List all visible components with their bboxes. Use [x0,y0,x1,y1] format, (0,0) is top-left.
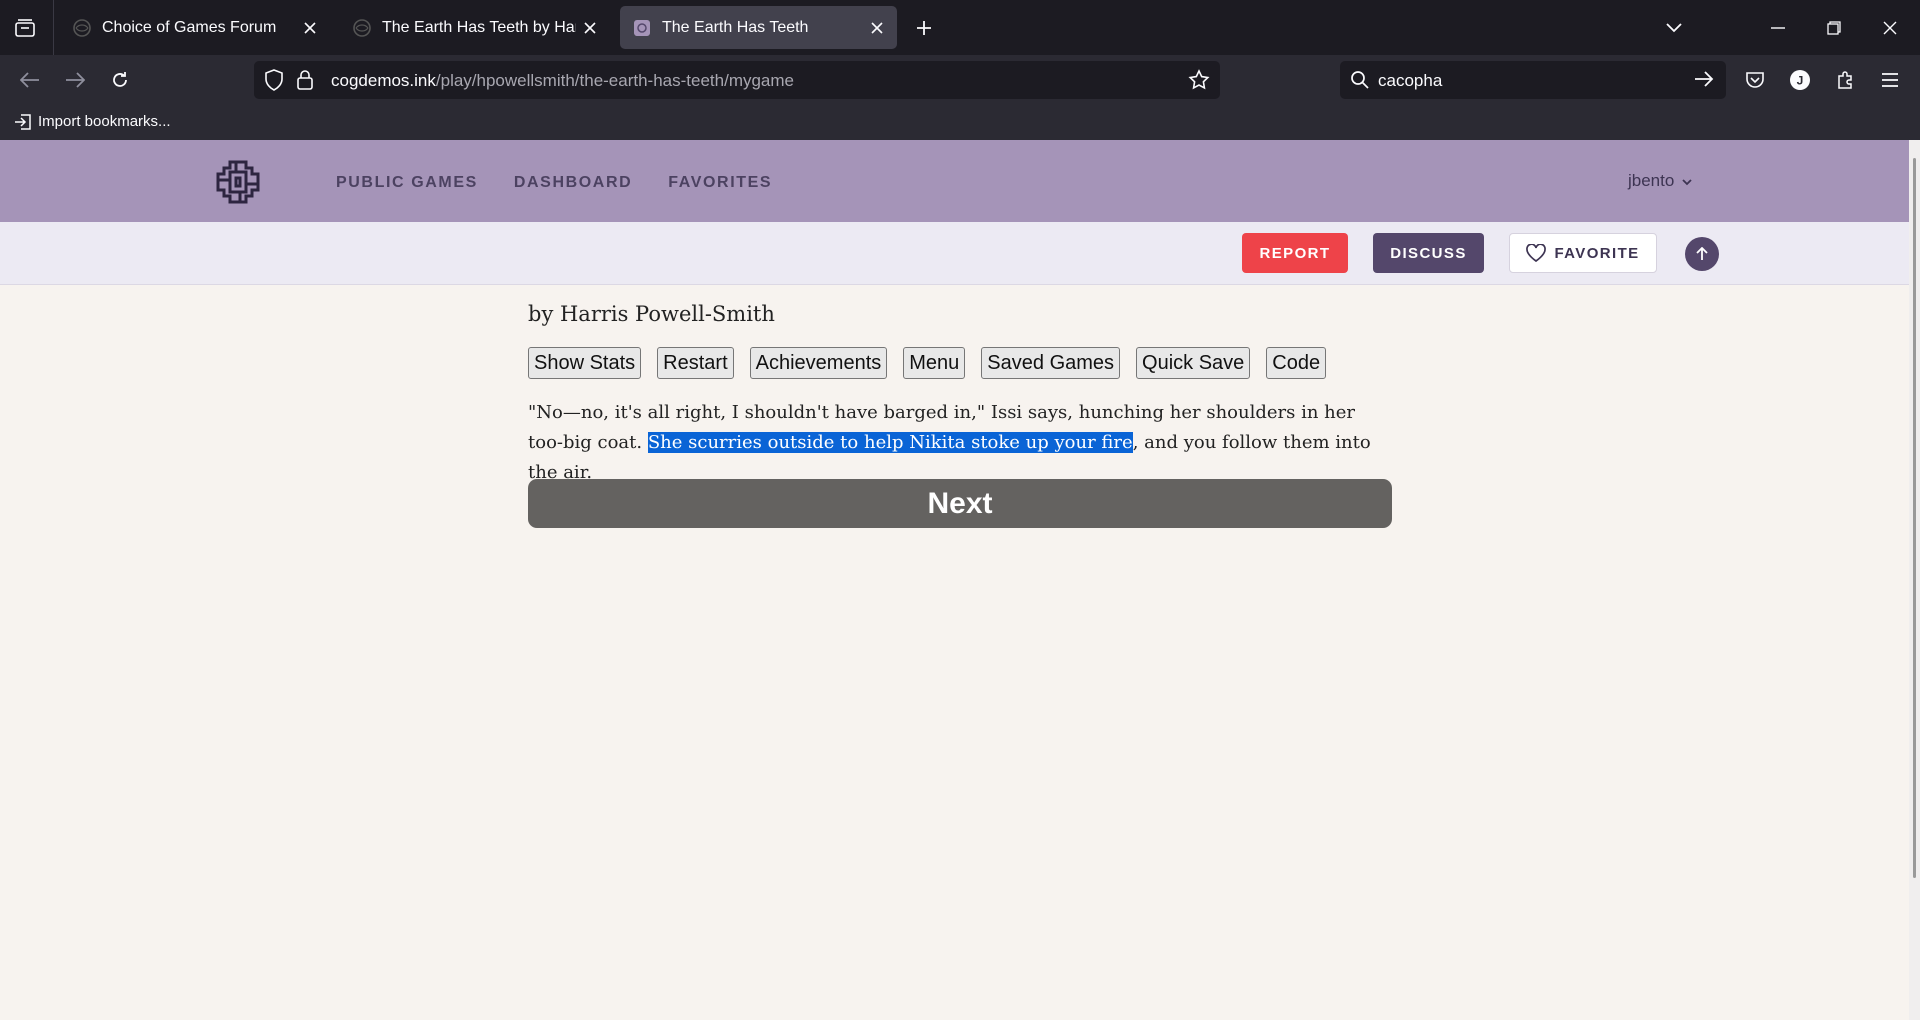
story-passage: "No—no, it's all right, I shouldn't have… [528,398,1392,488]
shield-icon[interactable] [264,69,284,96]
tab-choice-of-games-forum[interactable]: Choice of Games Forum [60,6,330,49]
author-byline: by Harris Powell-Smith [528,302,775,326]
tab-title: Choice of Games Forum [102,18,277,36]
favorite-label: FAVORITE [1554,244,1640,262]
page-scrollbar[interactable] [1909,140,1920,1020]
forward-icon[interactable] [60,65,90,95]
favorite-button[interactable]: FAVORITE [1509,233,1657,273]
search-icon [1350,70,1370,95]
tab-separator [53,0,54,55]
cogdemos-favicon-icon [632,18,652,38]
forum-favicon-icon [72,18,92,38]
close-tab-icon[interactable] [863,14,891,42]
url-text: cogdemos.ink/play/hpowellsmith/the-earth… [331,71,794,91]
cogdemos-logo-icon[interactable] [216,160,260,204]
game-favicon-icon [352,18,372,38]
close-window-icon[interactable] [1874,12,1906,44]
search-bar[interactable]: cacopha [1340,61,1726,99]
pocket-icon[interactable] [1740,65,1770,95]
url-path: /play/hpowellsmith/the-earth-has-teeth/m… [435,71,795,90]
main-nav: PUBLIC GAMES DASHBOARD FAVORITES [336,174,772,192]
tab-title: The Earth Has Teeth by Harris Powell-Smi… [382,18,576,36]
list-all-tabs-icon[interactable] [12,15,38,41]
bookmark-star-icon[interactable] [1188,69,1210,96]
username: jbento [1628,171,1675,190]
hamburger-menu-icon[interactable] [1875,65,1905,95]
site-header: PUBLIC GAMES DASHBOARD FAVORITES jbento [0,140,1909,222]
import-icon [14,113,32,130]
achievements-button[interactable]: Achievements [749,347,888,379]
user-menu[interactable]: jbento [1628,171,1692,191]
restore-icon[interactable] [1818,12,1850,44]
scroll-to-top-button[interactable] [1685,237,1719,271]
nav-dashboard[interactable]: DASHBOARD [514,174,632,192]
game-action-bar: REPORT DISCUSS FAVORITE [0,222,1909,285]
discuss-button[interactable]: DISCUSS [1373,233,1484,273]
close-tab-icon[interactable] [576,14,604,42]
import-bookmarks-label: Import bookmarks... [38,113,171,130]
chevron-down-icon[interactable] [1658,12,1690,44]
arrow-up-icon [1696,247,1708,261]
chevron-down-icon [1682,171,1692,191]
search-input[interactable]: cacopha [1378,71,1442,91]
tab-strip: Choice of Games Forum The Earth Has Teet… [0,0,1920,55]
report-button[interactable]: REPORT [1242,233,1348,273]
minimize-icon[interactable] [1762,12,1794,44]
account-avatar-icon[interactable]: J [1785,65,1815,95]
nav-public-games[interactable]: PUBLIC GAMES [336,174,478,192]
address-bar[interactable]: cogdemos.ink/play/hpowellsmith/the-earth… [254,61,1220,99]
extensions-icon[interactable] [1830,65,1860,95]
heart-icon [1526,244,1547,262]
account-initial: J [1797,74,1804,88]
lock-icon[interactable] [296,69,314,96]
back-icon[interactable] [15,65,45,95]
restart-button[interactable]: Restart [657,347,734,379]
arrow-right-icon[interactable] [1694,70,1714,93]
game-button-row: Show Stats Restart Achievements Menu Sav… [528,347,1327,379]
url-host: cogdemos.ink [331,71,436,90]
saved-games-button[interactable]: Saved Games [981,347,1121,379]
show-stats-button[interactable]: Show Stats [528,347,642,379]
reload-icon[interactable] [105,65,135,95]
tab-title: The Earth Has Teeth [662,18,809,36]
code-button[interactable]: Code [1266,347,1327,379]
tab-earth-has-teeth-game[interactable]: The Earth Has Teeth [620,6,897,49]
new-tab-icon[interactable] [910,14,938,42]
close-tab-icon[interactable] [296,14,324,42]
scrollbar-thumb[interactable] [1913,158,1916,878]
selected-text: She scurries outside to help Nikita stok… [647,432,1133,453]
nav-favorites[interactable]: FAVORITES [668,174,772,192]
import-bookmarks-button[interactable]: Import bookmarks... [14,113,171,130]
next-button[interactable]: Next [528,479,1392,528]
tab-earth-has-teeth-info[interactable]: The Earth Has Teeth by Harris Powell-Smi… [340,6,610,49]
menu-button[interactable]: Menu [903,347,966,379]
navigation-toolbar: cogdemos.ink/play/hpowellsmith/the-earth… [0,55,1920,105]
bookmarks-toolbar: Import bookmarks... [0,105,1920,140]
quick-save-button[interactable]: Quick Save [1136,347,1251,379]
